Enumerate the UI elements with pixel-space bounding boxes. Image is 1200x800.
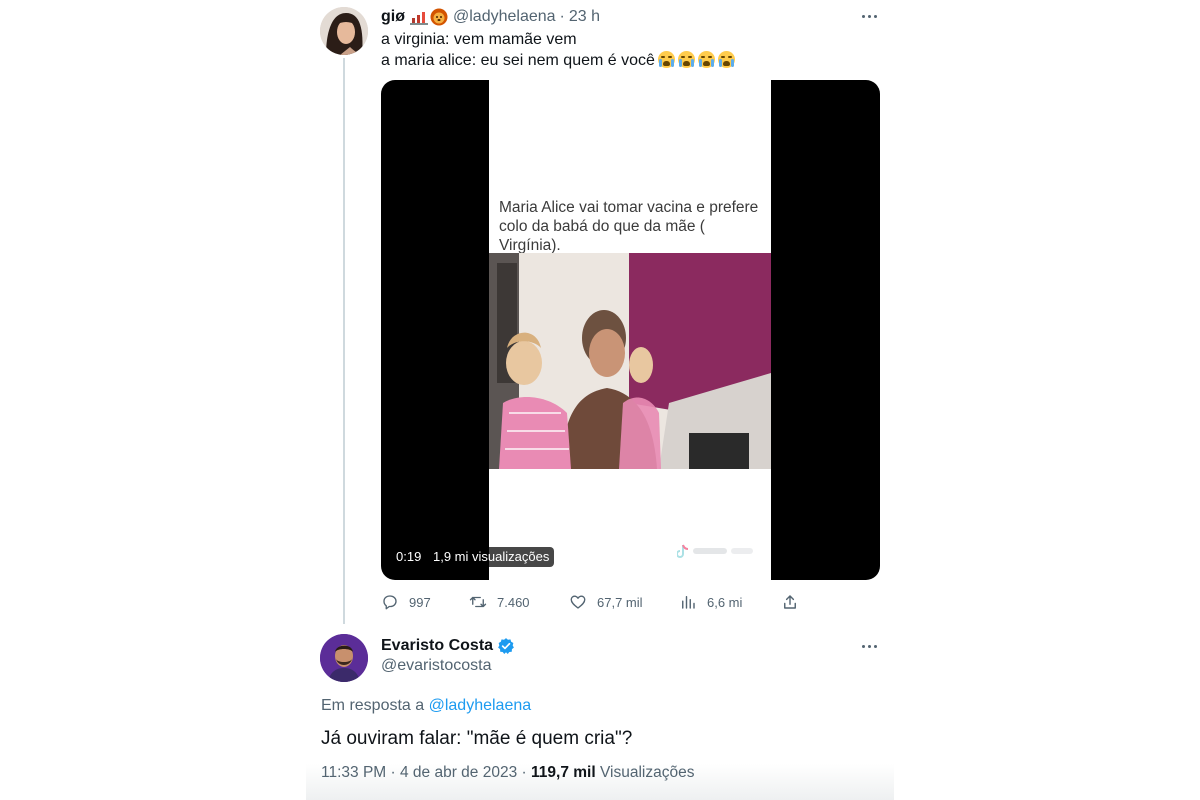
thread-panel: giø @ladyhelaena · 23 h a virginia: vem … [306, 0, 894, 800]
heart-icon [570, 595, 586, 609]
replying-to: Em resposta a @ladyhelaena [321, 697, 532, 714]
tweet-time[interactable]: 11:33 PM [321, 764, 386, 781]
video-scene-image [489, 253, 771, 469]
user-handle[interactable]: @evaristocosta [381, 657, 492, 675]
share-button[interactable] [781, 592, 809, 612]
loudly-crying-face-icon [677, 51, 695, 68]
replying-to-link[interactable]: @ladyhelaena [429, 697, 532, 714]
loudly-crying-face-icon [697, 51, 715, 68]
views-count: 119,7 mil [531, 764, 596, 781]
loudly-crying-face-icon [657, 51, 675, 68]
tweet-metadata: 11:33 PM · 4 de abr de 2023 · 119,7 mil … [321, 764, 694, 782]
lion-face-icon [430, 8, 448, 26]
user-handle[interactable]: @ladyhelaena [453, 8, 556, 26]
loudly-crying-face-icon [717, 51, 735, 68]
retweet-button[interactable]: 7.460 [469, 592, 530, 612]
bar-chart-icon [682, 596, 695, 609]
video-frame: Maria Alice vai tomar vacina e prefere c… [489, 80, 771, 580]
retweet-icon [469, 596, 487, 608]
video-views-badge: 1,9 mi visualizações [428, 547, 555, 567]
avatar[interactable] [320, 7, 368, 55]
more-options-icon[interactable] [861, 11, 881, 21]
sprout-icon [410, 9, 428, 25]
avatar[interactable] [320, 634, 368, 682]
tweet-text-line: a maria alice: eu sei nem quem é você [381, 50, 881, 71]
separator-dot: · [521, 764, 527, 781]
views-count: 6,6 mi [707, 594, 743, 610]
views-button[interactable]: 6,6 mi [679, 592, 742, 612]
tweet-date[interactable]: 4 de abr de 2023 [400, 764, 517, 781]
tweet-timestamp[interactable]: 23 h [569, 8, 600, 26]
video-duration-badge: 0:19 [391, 547, 427, 567]
views-label: Visualizações [599, 764, 695, 781]
display-name[interactable]: Evaristo Costa [381, 637, 493, 655]
tweet-text-line: a virginia: vem mamãe vem [381, 31, 577, 48]
tweet-card[interactable]: giø @ladyhelaena · 23 h a virginia: vem … [306, 0, 894, 624]
video-player[interactable]: Maria Alice vai tomar vacina e prefere c… [381, 80, 880, 580]
tiktok-logo-icon [676, 543, 763, 559]
thread-connector-line [343, 58, 345, 624]
tweet-text: a virginia: vem mamãe vem a maria alice:… [381, 29, 881, 71]
retweet-count: 7.460 [497, 594, 530, 610]
reply-button[interactable]: 997 [381, 592, 431, 612]
separator-dot: · [390, 764, 396, 781]
reply-count: 997 [409, 594, 431, 610]
display-name[interactable]: giø [381, 8, 405, 26]
reply-tweet-card[interactable]: Evaristo Costa @evaristocosta Em respost… [306, 624, 894, 800]
more-options-icon[interactable] [861, 641, 881, 651]
reply-text: Já ouviram falar: "mãe é quem cria"? [321, 728, 633, 749]
like-count: 67,7 mil [597, 594, 643, 610]
reply-icon [383, 595, 397, 610]
verified-badge-icon [497, 637, 515, 655]
share-icon [784, 595, 796, 609]
separator-dot: · [559, 8, 565, 25]
like-button[interactable]: 67,7 mil [569, 592, 643, 612]
